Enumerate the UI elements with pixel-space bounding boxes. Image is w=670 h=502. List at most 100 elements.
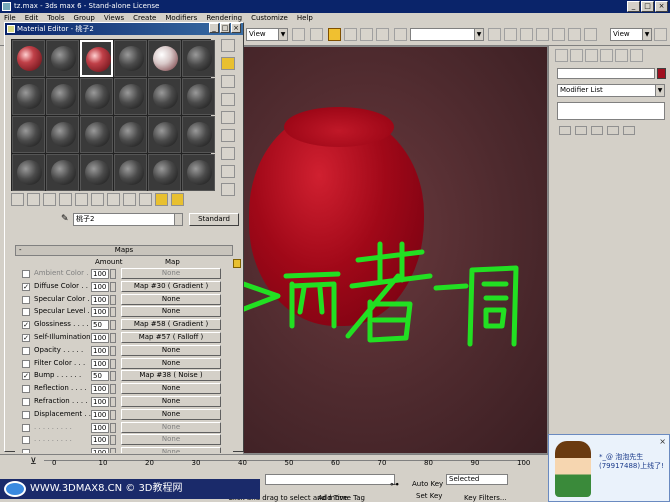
sample-slot[interactable] (114, 40, 147, 77)
map-amount-field[interactable]: 100 (91, 448, 109, 453)
options-icon[interactable] (221, 147, 235, 160)
map-button[interactable]: None (121, 408, 221, 420)
make-preview-icon[interactable] (221, 129, 235, 142)
key-mode-icon[interactable]: ⊻ (30, 457, 37, 467)
select-by-material-icon[interactable] (221, 165, 235, 178)
sample-slot[interactable] (80, 154, 113, 191)
get-material-icon[interactable] (11, 193, 24, 206)
put-to-scene-icon[interactable] (27, 193, 40, 206)
amount-spinner[interactable] (110, 435, 116, 446)
map-amount-field[interactable]: 100 (91, 422, 109, 433)
mirror-icon[interactable] (488, 28, 501, 41)
quick-render-icon[interactable] (654, 28, 667, 41)
sample-type-icon[interactable] (221, 39, 235, 52)
named-selection-combo[interactable]: ▼ (410, 28, 484, 41)
sample-slot[interactable] (182, 116, 215, 153)
amount-spinner[interactable] (110, 409, 116, 420)
material-name-field[interactable]: 桃子2 (73, 213, 183, 226)
map-amount-field[interactable]: 50 (91, 371, 109, 382)
close-button[interactable]: × (655, 1, 668, 12)
close-icon[interactable]: × (659, 437, 666, 446)
map-amount-field[interactable]: 100 (91, 435, 109, 446)
map-amount-field[interactable]: 100 (91, 294, 109, 305)
sample-slot[interactable] (148, 116, 181, 153)
layer-icon[interactable] (520, 28, 533, 41)
show-map-in-viewport-icon[interactable] (123, 193, 136, 206)
map-button[interactable]: None (121, 421, 221, 433)
minimize-button[interactable]: _ (627, 1, 640, 12)
map-enable-checkbox[interactable] (22, 359, 30, 368)
maximize-button[interactable]: □ (220, 23, 230, 33)
utilities-tab-icon[interactable] (630, 49, 643, 62)
modify-tab-icon[interactable] (570, 49, 583, 62)
material-type-button[interactable]: Standard (189, 213, 239, 226)
select-move-icon[interactable] (328, 28, 341, 41)
amount-spinner[interactable] (110, 384, 116, 395)
map-button[interactable]: Map #38 ( Noise ) (121, 370, 221, 382)
auto-key-button[interactable]: Auto Key (412, 480, 443, 488)
hierarchy-tab-icon[interactable] (585, 49, 598, 62)
sample-slot[interactable] (12, 78, 45, 115)
material-effects-channel-icon[interactable] (107, 193, 120, 206)
sample-slot[interactable] (12, 116, 45, 153)
sample-slot[interactable] (148, 154, 181, 191)
map-button[interactable]: None (121, 357, 221, 369)
sample-slot[interactable] (148, 78, 181, 115)
remove-modifier-icon[interactable] (607, 126, 619, 135)
make-unique-icon[interactable] (75, 193, 88, 206)
map-button[interactable]: Map #57 ( Falloff ) (121, 331, 221, 343)
map-amount-field[interactable]: 50 (91, 320, 109, 331)
map-button[interactable]: Map #30 ( Gradient ) (121, 280, 221, 292)
amount-spinner[interactable] (110, 345, 116, 356)
sample-slot[interactable] (46, 116, 79, 153)
map-amount-field[interactable]: 100 (91, 332, 109, 343)
map-enable-checkbox[interactable] (22, 346, 30, 355)
map-enable-checkbox[interactable]: ✓ (22, 321, 30, 330)
create-tab-icon[interactable] (555, 49, 568, 62)
maximize-button[interactable]: □ (641, 1, 654, 12)
amount-spinner[interactable] (110, 307, 116, 318)
render-type-combo[interactable]: View ▼ (610, 28, 652, 41)
amount-spinner[interactable] (110, 371, 116, 382)
selection-set-field[interactable]: Selected (446, 474, 508, 485)
amount-spinner[interactable] (110, 294, 116, 305)
assign-to-selection-icon[interactable] (43, 193, 56, 206)
make-unique-icon[interactable] (591, 126, 603, 135)
map-button[interactable]: None (121, 293, 221, 305)
display-tab-icon[interactable] (615, 49, 628, 62)
motion-tab-icon[interactable] (600, 49, 613, 62)
add-time-tag[interactable]: Add Time Tag (318, 494, 365, 502)
key-filters-button[interactable]: Key Filters... (464, 494, 507, 502)
transform-type-in[interactable] (265, 474, 395, 485)
sample-slot[interactable] (46, 40, 79, 77)
reference-coord-combo[interactable]: View ▼ (246, 28, 288, 41)
material-editor-icon[interactable] (568, 28, 581, 41)
time-slider[interactable]: ⊻ 0 10 20 30 40 50 60 70 80 90 100 (0, 454, 548, 472)
map-button[interactable]: None (121, 395, 221, 407)
sample-slot[interactable] (182, 78, 215, 115)
sample-slot[interactable] (114, 116, 147, 153)
render-scene-icon[interactable] (584, 28, 597, 41)
map-button[interactable]: None (121, 447, 221, 453)
map-enable-checkbox[interactable]: ✓ (22, 372, 30, 381)
map-enable-checkbox[interactable] (22, 397, 30, 406)
close-button[interactable]: × (231, 23, 241, 33)
sample-slot[interactable] (182, 40, 215, 77)
show-end-result-icon[interactable] (575, 126, 587, 135)
map-enable-checkbox[interactable] (22, 385, 30, 394)
map-enable-checkbox[interactable] (22, 436, 30, 445)
sample-slot[interactable] (46, 154, 79, 191)
amount-spinner[interactable] (110, 422, 116, 433)
set-key-button[interactable]: Set Key (416, 492, 442, 500)
sample-slot[interactable] (182, 154, 215, 191)
lock-icon[interactable] (233, 259, 241, 268)
menu-customize[interactable]: Customize (251, 13, 288, 24)
select-link-icon[interactable] (310, 28, 323, 41)
go-forward-to-sibling-icon[interactable] (171, 193, 184, 206)
modifier-stack[interactable] (557, 102, 665, 120)
map-amount-field[interactable]: 100 (91, 307, 109, 318)
amount-spinner[interactable] (110, 448, 116, 453)
map-button[interactable]: None (121, 434, 221, 446)
put-to-library-icon[interactable] (91, 193, 104, 206)
map-amount-field[interactable]: 100 (91, 384, 109, 395)
